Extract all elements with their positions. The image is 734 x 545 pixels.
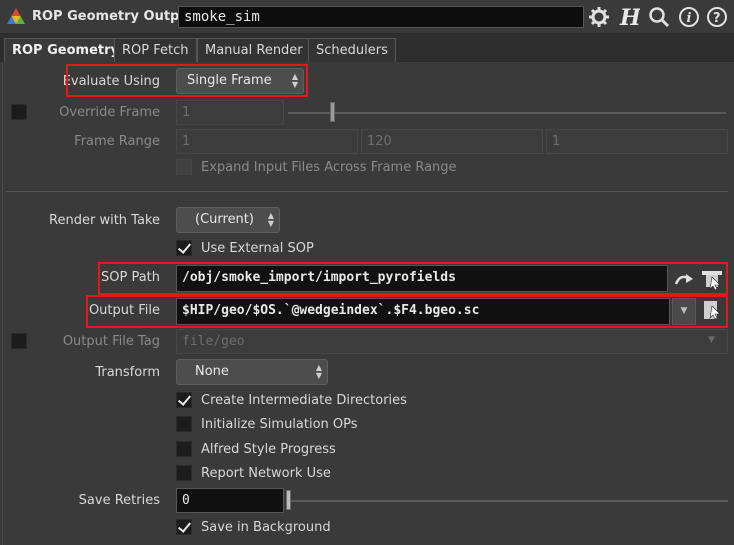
search-icon[interactable] — [648, 6, 670, 28]
alfred-progress-label: Alfred Style Progress — [201, 442, 336, 457]
jump-arrow-icon[interactable] — [672, 268, 696, 290]
save-background-label: Save in Background — [201, 520, 331, 535]
render-with-take-value: (Current) — [195, 212, 254, 227]
output-file-label: Output File — [88, 303, 160, 318]
rop-geometry-node-icon — [6, 7, 26, 27]
use-external-sop-checkbox[interactable] — [176, 240, 192, 256]
save-retries-field[interactable]: 0 — [176, 488, 284, 513]
transform-value: None — [195, 364, 229, 379]
init-sim-checkbox[interactable] — [176, 416, 192, 432]
save-retries-slider-handle[interactable] — [286, 490, 291, 510]
output-file-field[interactable]: $HIP/geo/$OS.`@wedgeindex`.$F4.bgeo.sc — [176, 298, 670, 325]
output-file-tag-field[interactable]: file/geo — [176, 329, 728, 354]
evaluate-using-label: Evaluate Using — [62, 74, 160, 89]
info-icon[interactable]: i — [678, 6, 700, 28]
tab-rop-fetch[interactable]: ROP Fetch — [114, 38, 197, 62]
frame-range-start[interactable]: 1 — [176, 129, 358, 154]
expand-input-label: Expand Input Files Across Frame Range — [201, 160, 457, 175]
expand-input-checkbox[interactable] — [176, 159, 192, 175]
transform-menu[interactable]: None ▲ ▼ — [176, 359, 328, 385]
node-type-label: ROP Geometry Output — [32, 9, 195, 24]
svg-text:i: i — [687, 11, 692, 26]
report-network-checkbox[interactable] — [176, 465, 192, 481]
init-sim-label: Initialize Simulation OPs — [201, 417, 358, 432]
tab-rop-geometry[interactable]: ROP Geometry — [4, 38, 127, 62]
sop-path-field[interactable]: /obj/smoke_import/import_pyrofields — [176, 265, 668, 292]
svg-text:H: H — [619, 6, 640, 28]
output-file-tag-label: Output File Tag — [62, 334, 160, 349]
override-frame-label: Override Frame — [59, 105, 160, 120]
use-external-sop-label: Use External SOP — [201, 241, 314, 256]
alfred-progress-checkbox[interactable] — [176, 441, 192, 457]
frame-range-end[interactable]: 120 — [361, 129, 543, 154]
output-file-dropdown-icon[interactable]: ▼ — [672, 298, 696, 325]
save-background-checkbox[interactable] — [176, 519, 192, 535]
evaluate-using-menu[interactable]: Single Frame ▲ ▼ — [176, 68, 304, 94]
tab-schedulers[interactable]: Schedulers — [308, 38, 396, 62]
node-chooser-icon[interactable] — [700, 268, 724, 291]
create-dirs-checkbox[interactable] — [176, 392, 192, 408]
node-name-field[interactable]: smoke_sim — [178, 6, 584, 28]
evaluate-using-value: Single Frame — [187, 73, 272, 88]
render-with-take-label: Render with Take — [49, 213, 160, 228]
separator — [6, 191, 728, 192]
svg-text:?: ? — [713, 11, 721, 26]
save-retries-slider-track[interactable] — [288, 500, 728, 502]
updown-arrow-icon: ▲ ▼ — [291, 72, 298, 89]
updown-arrow-icon: ▲ ▼ — [315, 363, 322, 380]
houdini-h-icon[interactable]: H — [618, 5, 642, 31]
save-retries-label: Save Retries — [78, 493, 160, 508]
help-icon[interactable]: ? — [706, 6, 728, 28]
render-with-take-menu[interactable]: (Current) ▲ ▼ — [176, 207, 280, 233]
output-file-tag-dropdown-icon[interactable]: ▼ — [708, 335, 715, 345]
report-network-label: Report Network Use — [201, 466, 331, 481]
file-chooser-icon[interactable] — [700, 300, 724, 322]
override-frame-slider-track[interactable] — [288, 112, 726, 114]
frame-range-label: Frame Range — [74, 134, 160, 149]
tab-manual-render[interactable]: Manual Render — [197, 38, 311, 62]
frame-range-inc[interactable]: 1 — [546, 129, 728, 154]
create-dirs-label: Create Intermediate Directories — [201, 393, 407, 408]
override-frame-slider-handle[interactable] — [330, 102, 335, 122]
override-frame-field[interactable]: 1 — [176, 100, 284, 125]
gear-icon[interactable] — [588, 6, 610, 28]
sop-path-label: SOP Path — [100, 270, 160, 285]
transform-label: Transform — [95, 365, 160, 380]
updown-arrow-icon: ▲ ▼ — [267, 211, 274, 228]
